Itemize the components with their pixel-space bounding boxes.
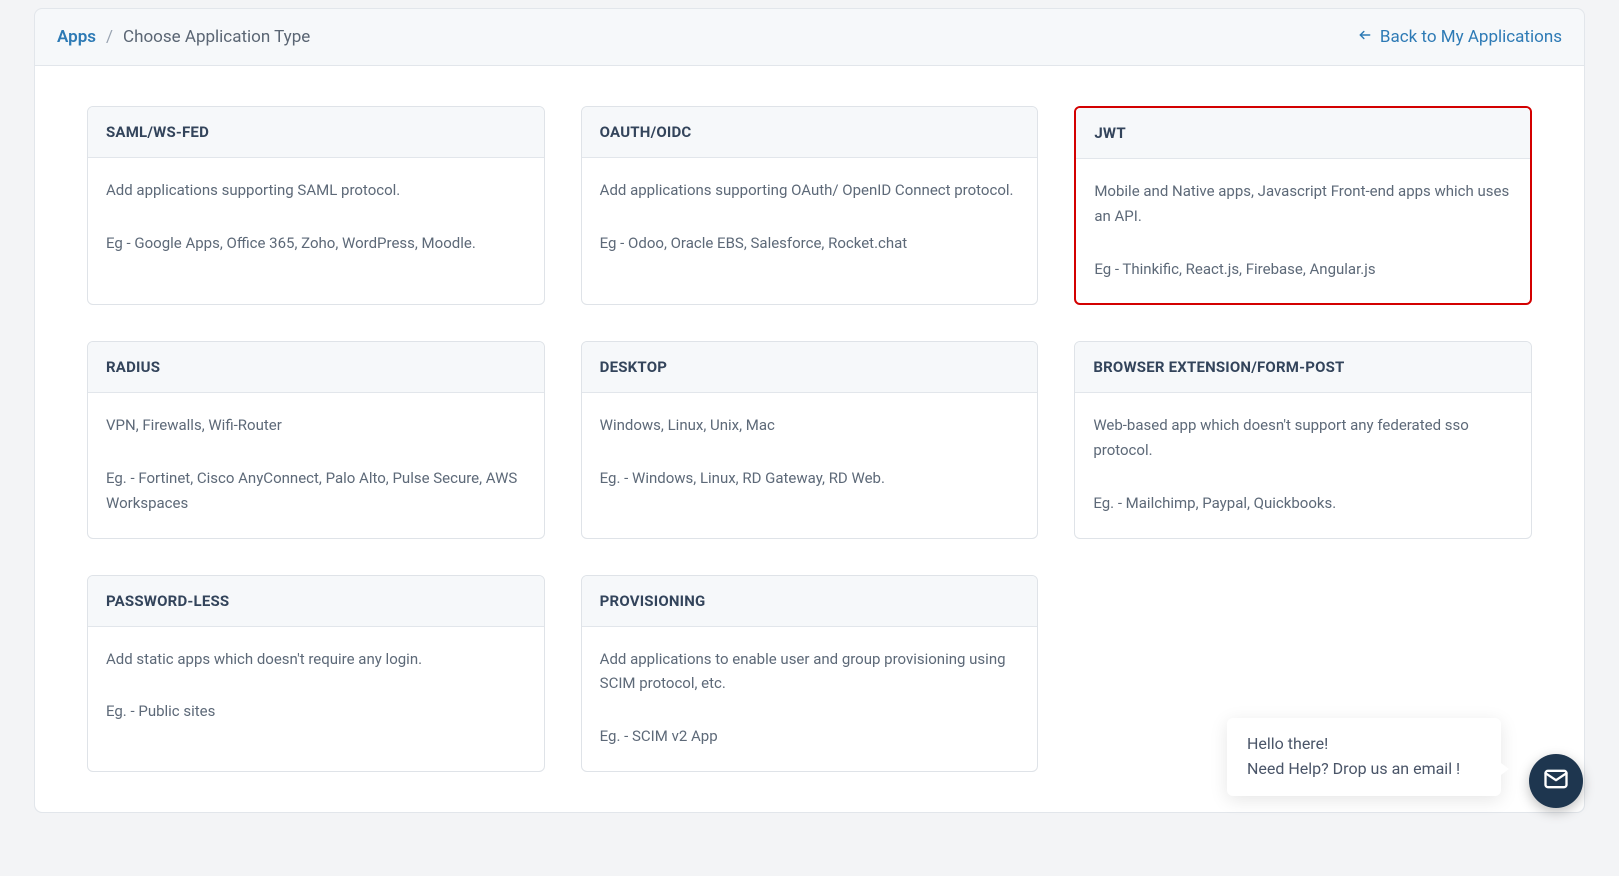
card-example: Eg - Odoo, Oracle EBS, Salesforce, Rocke…: [600, 231, 1020, 256]
card-title: OAUTH/OIDC: [582, 107, 1038, 158]
card-description: Add applications supporting SAML protoco…: [106, 178, 526, 203]
card-description: Windows, Linux, Unix, Mac: [600, 413, 1020, 438]
chat-fab-button[interactable]: [1529, 754, 1583, 808]
breadcrumb-root-link[interactable]: Apps: [57, 27, 96, 47]
panel-body: SAML/WS-FED Add applications supporting …: [35, 66, 1584, 812]
card-title: JWT: [1076, 108, 1530, 159]
card-body: Add applications supporting OAuth/ OpenI…: [582, 158, 1038, 278]
card-title: SAML/WS-FED: [88, 107, 544, 158]
card-example: Eg - Google Apps, Office 365, Zoho, Word…: [106, 231, 526, 256]
card-provisioning[interactable]: PROVISIONING Add applications to enable …: [581, 575, 1039, 772]
card-password-less[interactable]: PASSWORD-LESS Add static apps which does…: [87, 575, 545, 772]
back-to-applications-link[interactable]: Back to My Applications: [1358, 27, 1562, 47]
card-body: Add applications to enable user and grou…: [582, 627, 1038, 771]
card-example: Eg. - Windows, Linux, RD Gateway, RD Web…: [600, 466, 1020, 491]
chat-tail-icon: [1497, 760, 1509, 786]
card-description: Web-based app which doesn't support any …: [1093, 413, 1513, 463]
card-body: Add static apps which doesn't require an…: [88, 627, 544, 747]
card-title: PROVISIONING: [582, 576, 1038, 627]
card-saml-wsfed[interactable]: SAML/WS-FED Add applications supporting …: [87, 106, 545, 305]
chat-line-1: Hello there!: [1247, 732, 1481, 757]
card-title: PASSWORD-LESS: [88, 576, 544, 627]
card-jwt[interactable]: JWT Mobile and Native apps, Javascript F…: [1074, 106, 1532, 305]
page-container: Apps / Choose Application Type Back to M…: [0, 8, 1619, 876]
panel-header: Apps / Choose Application Type Back to M…: [35, 9, 1584, 66]
email-icon: [1542, 765, 1570, 797]
breadcrumb: Apps / Choose Application Type: [57, 27, 310, 47]
card-description: Add applications to enable user and grou…: [600, 647, 1020, 697]
card-oauth-oidc[interactable]: OAUTH/OIDC Add applications supporting O…: [581, 106, 1039, 305]
card-radius[interactable]: RADIUS VPN, Firewalls, Wifi-Router Eg. -…: [87, 341, 545, 538]
card-example: Eg. - Mailchimp, Paypal, Quickbooks.: [1093, 491, 1513, 516]
card-title: DESKTOP: [582, 342, 1038, 393]
card-example: Eg. - Fortinet, Cisco AnyConnect, Palo A…: [106, 466, 526, 516]
card-title: BROWSER EXTENSION/FORM-POST: [1075, 342, 1531, 393]
card-desktop[interactable]: DESKTOP Windows, Linux, Unix, Mac Eg. - …: [581, 341, 1039, 538]
card-description: VPN, Firewalls, Wifi-Router: [106, 413, 526, 438]
back-link-label: Back to My Applications: [1380, 27, 1562, 47]
card-description: Mobile and Native apps, Javascript Front…: [1094, 179, 1512, 229]
card-body: VPN, Firewalls, Wifi-Router Eg. - Fortin…: [88, 393, 544, 537]
card-example: Eg. - SCIM v2 App: [600, 724, 1020, 749]
card-example: Eg - Thinkific, React.js, Firebase, Angu…: [1094, 257, 1512, 282]
card-body: Web-based app which doesn't support any …: [1075, 393, 1531, 537]
card-title: RADIUS: [88, 342, 544, 393]
card-body: Mobile and Native apps, Javascript Front…: [1076, 159, 1530, 303]
card-browser-extension[interactable]: BROWSER EXTENSION/FORM-POST Web-based ap…: [1074, 341, 1532, 538]
cards-grid: SAML/WS-FED Add applications supporting …: [87, 106, 1532, 772]
breadcrumb-current: Choose Application Type: [123, 27, 310, 47]
card-example: Eg. - Public sites: [106, 699, 526, 724]
card-body: Windows, Linux, Unix, Mac Eg. - Windows,…: [582, 393, 1038, 513]
main-panel: Apps / Choose Application Type Back to M…: [34, 8, 1585, 813]
chat-line-2: Need Help? Drop us an email !: [1247, 757, 1481, 782]
card-description: Add static apps which doesn't require an…: [106, 647, 526, 672]
breadcrumb-separator: /: [106, 27, 113, 47]
chat-popup[interactable]: Hello there! Need Help? Drop us an email…: [1227, 718, 1501, 796]
arrow-left-icon: [1358, 27, 1372, 47]
card-description: Add applications supporting OAuth/ OpenI…: [600, 178, 1020, 203]
card-body: Add applications supporting SAML protoco…: [88, 158, 544, 278]
